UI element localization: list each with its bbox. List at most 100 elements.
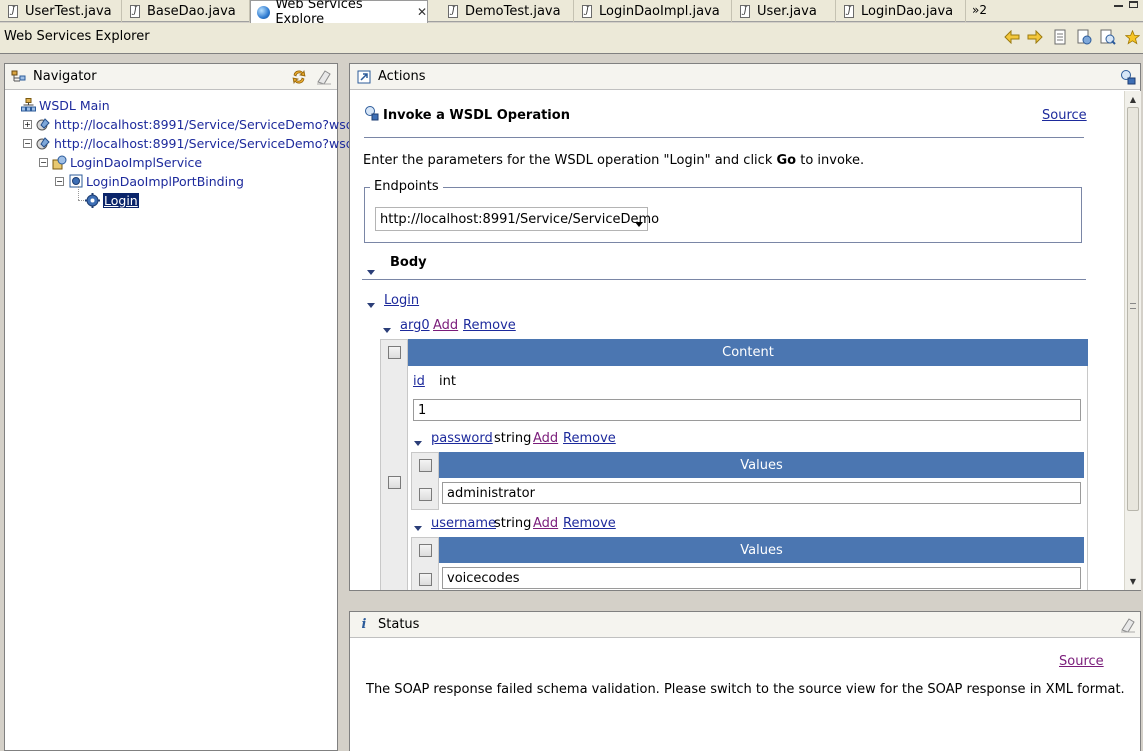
actions-vertical-scrollbar[interactable]: ▲ ▼ <box>1124 91 1141 590</box>
password-row-checkbox[interactable] <box>419 488 432 501</box>
username-select-all-checkbox[interactable] <box>419 544 432 557</box>
arg0-add-link[interactable]: Add <box>433 318 458 333</box>
tab-usertest[interactable]: J UserTest.java <box>0 0 122 22</box>
clear-eraser-icon[interactable] <box>316 69 332 89</box>
wsdl-main-icon <box>21 98 36 113</box>
content-row-checkbox[interactable] <box>388 476 401 489</box>
username-add-link[interactable]: Add <box>533 516 558 531</box>
tab-basedao[interactable]: J BaseDao.java <box>122 0 250 22</box>
sync-icon[interactable] <box>291 69 307 89</box>
java-file-icon: J <box>738 4 752 18</box>
arg0-collapse-icon[interactable] <box>383 322 391 336</box>
uddi-page-icon[interactable] <box>1052 29 1068 45</box>
service-icon <box>52 155 67 170</box>
maximize-icon[interactable] <box>1128 0 1140 10</box>
password-collapse-icon[interactable] <box>414 435 422 449</box>
username-type: string <box>494 516 532 531</box>
password-remove-link[interactable]: Remove <box>563 431 616 446</box>
tab-logindaoimpl[interactable]: J LoginDaoImpl.java <box>574 0 732 22</box>
collapse-minus-icon[interactable]: − <box>23 138 32 148</box>
tab-demotest[interactable]: J DemoTest.java <box>440 0 574 22</box>
password-type: string <box>494 431 532 446</box>
close-icon[interactable]: ✕ <box>417 5 427 19</box>
status-header: i Status <box>350 612 1140 638</box>
arg0-link[interactable]: arg0 <box>400 318 430 333</box>
navigator-icon <box>11 69 27 85</box>
tree-item-wsdl-url-1[interactable]: + http://localhost:8991/Service/ServiceD… <box>23 115 357 133</box>
section-divider <box>362 279 1086 280</box>
expand-plus-icon[interactable]: + <box>23 119 32 129</box>
wsil-page-icon[interactable] <box>1076 29 1092 45</box>
endpoint-select[interactable]: http://localhost:8991/Service/ServiceDem… <box>375 207 659 231</box>
chevron-down-icon <box>635 216 643 231</box>
password-values-header: Values <box>439 452 1084 478</box>
username-collapse-icon[interactable] <box>414 520 422 534</box>
content-header: Content <box>408 339 1088 366</box>
info-icon: i <box>361 617 367 632</box>
wsdl-search-icon[interactable] <box>1120 69 1136 89</box>
navigator-title: Navigator <box>33 69 97 84</box>
invoke-operation-icon <box>364 105 380 124</box>
login-element-link[interactable]: Login <box>384 293 419 308</box>
scroll-down-icon[interactable]: ▼ <box>1125 573 1141 589</box>
tab-logindao[interactable]: J LoginDao.java <box>836 0 966 22</box>
navigator-panel: Navigator WSDL Main + http://localhost:8… <box>4 63 357 751</box>
tree-item-login[interactable]: Login <box>85 191 139 209</box>
login-collapse-icon[interactable] <box>367 297 375 311</box>
actions-icon <box>356 69 372 85</box>
body-collapse-icon[interactable] <box>367 264 375 278</box>
tree-item-logindaoimplportbinding[interactable]: − LoginDaoImplPortBinding <box>55 172 244 190</box>
navigator-header: Navigator <box>5 64 337 90</box>
java-file-icon: J <box>580 4 594 18</box>
content-checkbox-column <box>380 339 408 590</box>
collapse-minus-icon[interactable]: − <box>55 176 64 186</box>
password-input[interactable]: administrator <box>442 482 1081 504</box>
binding-icon <box>68 174 83 189</box>
java-file-icon: J <box>842 4 856 18</box>
status-title: Status <box>378 617 420 632</box>
clear-eraser-icon[interactable] <box>1120 617 1136 637</box>
username-row-checkbox[interactable] <box>419 573 432 586</box>
actions-header: Actions <box>350 64 1140 90</box>
back-arrow-icon[interactable] <box>1004 29 1020 45</box>
tree-item-wsdl-url-2[interactable]: − http://localhost:8991/Service/ServiceD… <box>23 134 357 152</box>
collapse-minus-icon[interactable]: − <box>39 157 48 167</box>
wsdl-page-icon[interactable] <box>1100 29 1116 45</box>
tree-item-wsdl-main[interactable]: WSDL Main <box>21 96 110 114</box>
tree-item-logindaoimplservice[interactable]: − LoginDaoImplService <box>39 153 202 171</box>
forward-arrow-icon[interactable] <box>1027 29 1043 45</box>
body-label: Body <box>390 255 427 270</box>
instructions-text: Enter the parameters for the WSDL operat… <box>363 153 865 168</box>
id-link[interactable]: id <box>413 374 425 389</box>
wsdl-service-icon <box>36 117 51 132</box>
id-type: int <box>439 374 456 389</box>
arg0-remove-link[interactable]: Remove <box>463 318 516 333</box>
minimize-icon[interactable] <box>1112 0 1126 10</box>
favorites-star-icon[interactable] <box>1124 29 1140 45</box>
tab-web-services-explorer[interactable]: Web Services Explore ✕ <box>250 0 428 27</box>
java-file-icon: J <box>446 4 460 18</box>
section-divider <box>364 137 1084 138</box>
actions-panel: Actions Invoke a WSDL Operation Source E… <box>349 63 1141 591</box>
view-title-bar: Web Services Explorer <box>0 23 1143 54</box>
password-link[interactable]: password <box>431 431 493 446</box>
password-add-link[interactable]: Add <box>533 431 558 446</box>
tab-user[interactable]: J User.java <box>732 0 836 22</box>
tree-connector <box>78 186 79 200</box>
java-file-icon: J <box>6 4 20 18</box>
tab-overflow-button[interactable]: »2 <box>972 3 987 17</box>
password-select-all-checkbox[interactable] <box>419 459 432 472</box>
source-link[interactable]: Source <box>1042 108 1087 123</box>
content-select-all-checkbox[interactable] <box>388 346 401 359</box>
scroll-up-icon[interactable]: ▲ <box>1125 91 1141 107</box>
id-input[interactable]: 1 <box>413 399 1081 421</box>
status-source-link[interactable]: Source <box>1059 654 1104 669</box>
scrollbar-thumb[interactable] <box>1127 107 1139 511</box>
view-title: Web Services Explorer <box>4 29 150 44</box>
status-message: The SOAP response failed schema validati… <box>366 682 1125 697</box>
username-input[interactable]: voicecodes <box>442 567 1081 589</box>
username-link[interactable]: username <box>431 516 496 531</box>
operation-gear-icon <box>85 192 100 208</box>
endpoints-label: Endpoints <box>370 179 443 194</box>
username-remove-link[interactable]: Remove <box>563 516 616 531</box>
